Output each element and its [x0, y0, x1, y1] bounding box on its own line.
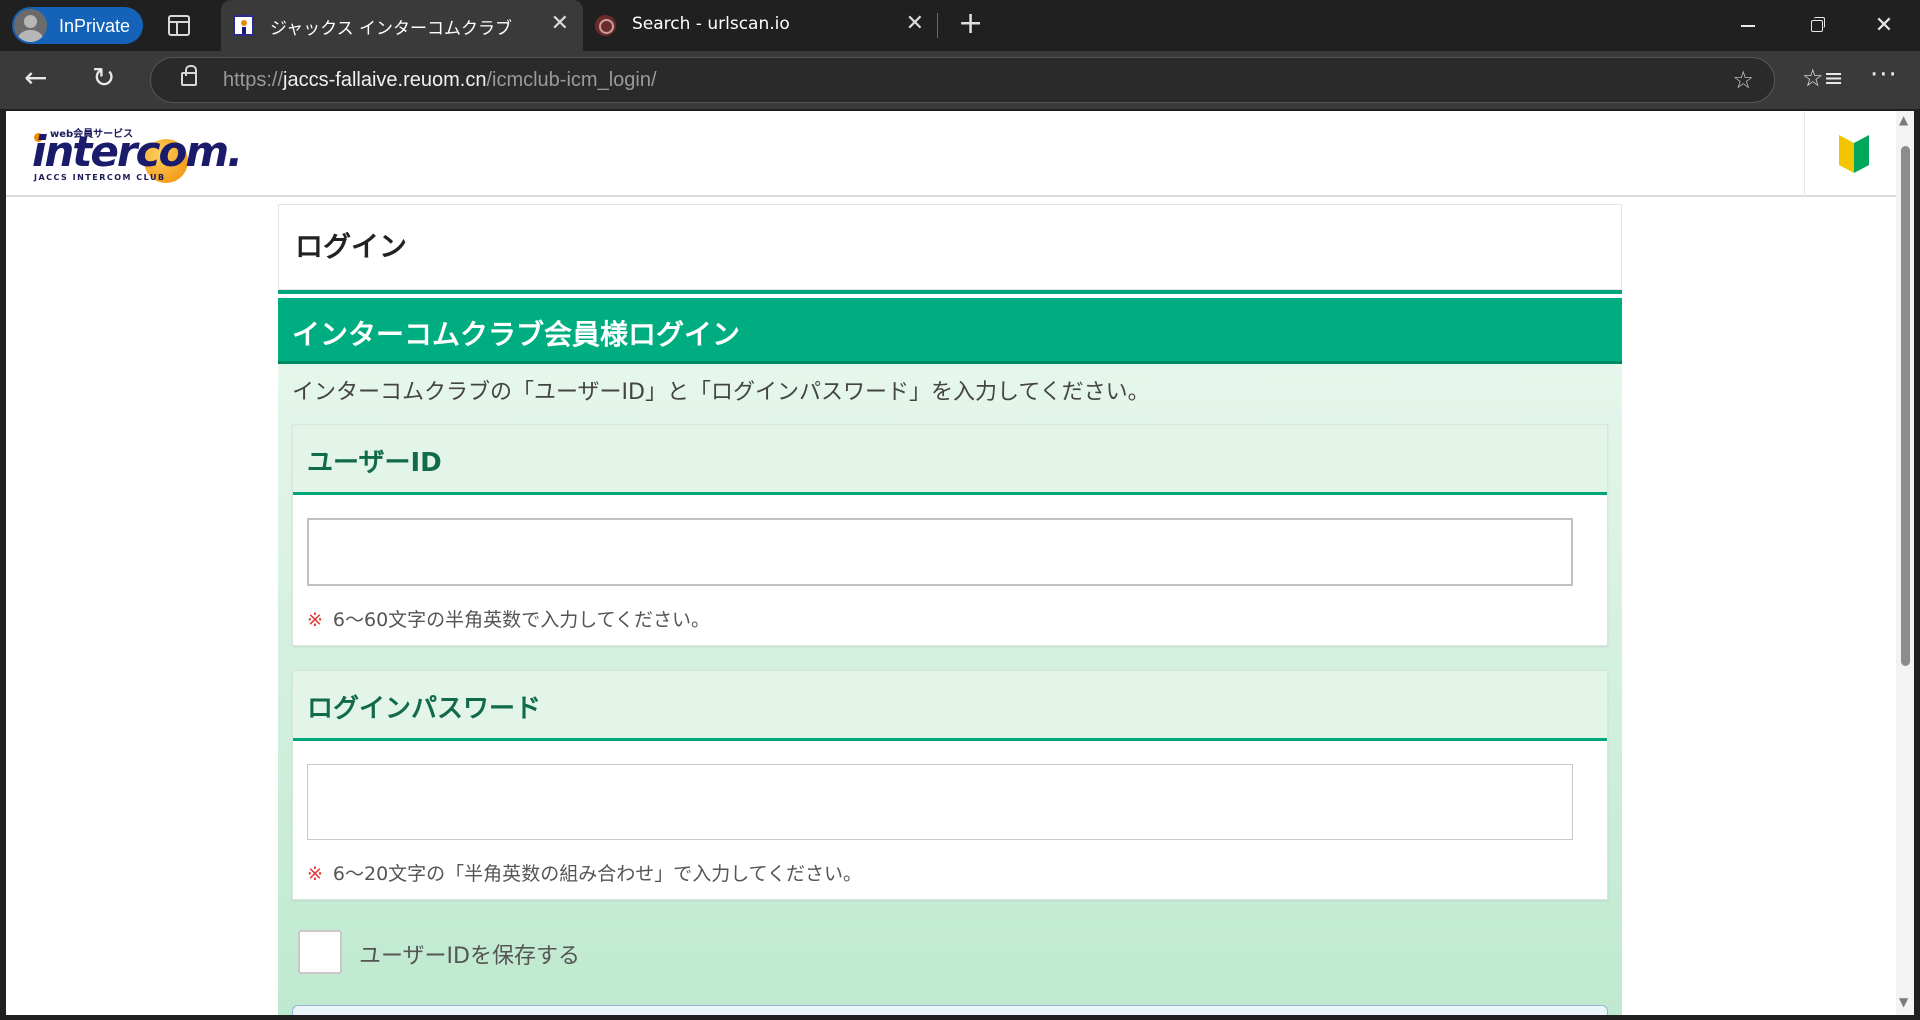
urlscan-favicon-icon — [595, 15, 616, 36]
url-text[interactable]: https://jaccs-fallaive.reuom.cn/icmclub-… — [223, 69, 657, 92]
intro-text: インターコムクラブの「ユーザーID」と「ログインパスワード」を入力してください。 — [292, 380, 1150, 405]
login-form: インターコムクラブの「ユーザーID」と「ログインパスワード」を入力してください。… — [278, 364, 1622, 1015]
tab-actions-icon[interactable] — [168, 15, 190, 36]
note-mark: ※ — [307, 609, 323, 631]
user-id-note-text: 6〜60文字の半角英数で入力してください。 — [332, 609, 711, 631]
beginner-mark-icon — [1839, 135, 1869, 173]
user-id-input[interactable] — [307, 518, 1573, 586]
password-note-text: 6〜20文字の「半角英数の組み合わせ」で入力してください。 — [332, 863, 863, 885]
section-title: インターコムクラブ会員様ログイン — [292, 318, 741, 351]
note-mark: ※ — [307, 863, 323, 885]
tab-divider — [937, 13, 938, 38]
refresh-icon[interactable]: ↻ — [92, 63, 115, 93]
tab-bar: InPrivate ジャックス インターコムクラブ ✕ Search - url… — [0, 0, 1920, 51]
save-user-id-label[interactable]: ユーザーIDを保存する — [359, 938, 580, 970]
window-close-button[interactable]: ✕ — [1850, 0, 1918, 51]
tab-close-icon[interactable]: ✕ — [906, 13, 924, 35]
tab-title: ジャックス インターコムクラブ — [270, 19, 513, 39]
jaccs-favicon-icon — [233, 15, 254, 36]
user-id-label-bar: ユーザーID — [293, 425, 1607, 495]
section-header: インターコムクラブ会員様ログイン — [278, 298, 1622, 364]
profile-label: InPrivate — [59, 16, 131, 36]
user-id-note: ※ 6〜60文字の半角英数で入力してください。 — [307, 605, 710, 632]
user-id-card: ユーザーID ※ 6〜60文字の半角英数で入力してください。 — [292, 424, 1608, 646]
page-title: ログイン — [295, 230, 408, 263]
login-main: ログイン インターコムクラブ会員様ログイン インターコムクラブの「ユーザーID」… — [278, 204, 1622, 1015]
tab-jaccs[interactable]: ジャックス インターコムクラブ ✕ — [221, 0, 583, 51]
beginner-guide-area[interactable] — [1804, 111, 1896, 197]
favorites-icon[interactable]: ☆≡ — [1802, 64, 1844, 92]
password-label-bar: ログインパスワード — [293, 671, 1607, 741]
scroll-down-arrow-icon[interactable]: ▼ — [1899, 995, 1908, 1009]
tab-title: Search - urlscan.io — [632, 14, 790, 34]
url-host: jaccs-fallaive.reuom.cn — [283, 69, 487, 91]
next-section-card — [292, 1005, 1608, 1015]
password-card: ログインパスワード ※ 6〜20文字の「半角英数の組み合わせ」で入力してください。 — [292, 670, 1608, 900]
back-arrow-icon[interactable]: ← — [24, 63, 47, 93]
user-id-label: ユーザーID — [307, 448, 442, 478]
browser-toolbar: ← ↻ https://jaccs-fallaive.reuom.cn/icmc… — [0, 51, 1920, 109]
logo-subtext: JACCS INTERCOM CLUB — [34, 173, 166, 182]
logo-text: intercom. — [32, 127, 243, 176]
login-title-card: ログイン — [278, 204, 1622, 290]
avatar-icon — [14, 9, 47, 42]
intercom-logo[interactable]: web会員サービス intercom. JACCS INTERCOM CLUB — [28, 125, 243, 185]
url-path: /icmclub-icm_login/ — [486, 69, 657, 91]
tab-close-icon[interactable]: ✕ — [551, 13, 569, 35]
green-divider — [278, 290, 1622, 294]
scroll-thumb[interactable] — [1901, 146, 1910, 666]
lock-icon[interactable] — [181, 65, 197, 86]
inprivate-profile-button[interactable]: InPrivate — [12, 7, 143, 44]
address-bar[interactable]: https://jaccs-fallaive.reuom.cn/icmclub-… — [150, 57, 1775, 103]
window-minimize-button[interactable] — [1714, 0, 1782, 51]
password-label: ログインパスワード — [307, 694, 542, 724]
save-user-id-checkbox[interactable] — [298, 930, 342, 974]
window-restore-button[interactable] — [1782, 0, 1850, 51]
new-tab-icon[interactable]: + — [958, 9, 983, 39]
site-header: web会員サービス intercom. JACCS INTERCOM CLUB — [6, 111, 1896, 197]
page-viewport: web会員サービス intercom. JACCS INTERCOM CLUB … — [6, 111, 1896, 1015]
url-scheme: https:// — [223, 69, 284, 91]
password-input[interactable] — [307, 764, 1573, 840]
favorite-star-icon[interactable]: ☆ — [1732, 66, 1754, 94]
scroll-up-arrow-icon[interactable]: ▲ — [1899, 113, 1908, 127]
tab-urlscan[interactable]: Search - urlscan.io ✕ — [583, 0, 938, 51]
password-note: ※ 6〜20文字の「半角英数の組み合わせ」で入力してください。 — [307, 859, 862, 886]
menu-ellipsis-icon[interactable]: ··· — [1870, 61, 1898, 89]
page-scrollbar[interactable]: ▲ ▼ — [1896, 111, 1914, 1015]
